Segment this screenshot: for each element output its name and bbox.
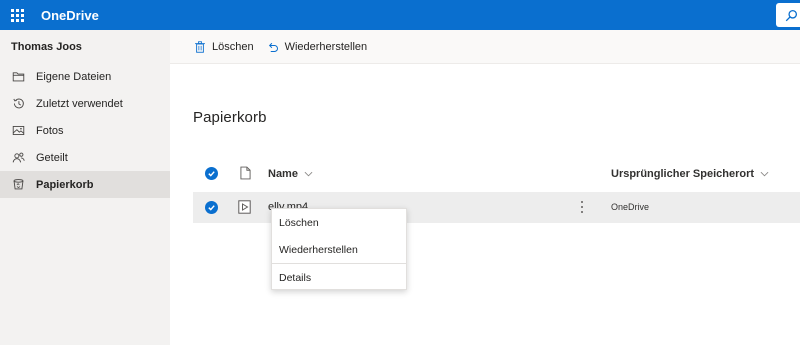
chevron-down-icon: [760, 171, 769, 177]
sidebar-item-papierkorb[interactable]: Papierkorb: [0, 171, 170, 198]
suite-header: OneDrive: [0, 0, 800, 30]
sidebar-item-label: Fotos: [36, 124, 64, 137]
search-icon: [785, 9, 797, 21]
undo-icon: [268, 42, 278, 52]
history-icon: [11, 97, 25, 111]
user-name: Thomas Joos: [11, 41, 82, 53]
restore-label: Wiederherstellen: [284, 40, 368, 53]
file-type-icon: [240, 166, 251, 185]
original-location: OneDrive: [611, 202, 650, 212]
menu-item-restore[interactable]: Wiederherstellen: [272, 236, 406, 263]
sidebar-item-label: Eigene Dateien: [36, 70, 112, 83]
photo-icon: [11, 124, 25, 138]
menu-item-delete[interactable]: Löschen: [272, 209, 406, 236]
trash-icon: [195, 40, 205, 53]
menu-item-details[interactable]: Details: [272, 264, 406, 291]
select-all-checkbox[interactable]: [205, 167, 218, 180]
context-menu: Löschen Wiederherstellen Details: [271, 208, 407, 290]
list-header: Name Ursprünglicher Speicherort: [193, 161, 800, 187]
name-column-label: Name: [268, 168, 298, 180]
location-column-label: Ursprünglicher Speicherort: [611, 168, 755, 180]
sidebar-item-label: Geteilt: [36, 151, 68, 164]
main-content: Papierkorb Name Ursprünglicher Speichero…: [170, 64, 800, 345]
recycle-bin-icon: [11, 178, 25, 192]
delete-label: Löschen: [212, 40, 254, 53]
app-launcher-icon[interactable]: [0, 0, 34, 30]
checkmark-icon: [208, 205, 215, 211]
location-column-header[interactable]: Ursprünglicher Speicherort: [611, 168, 769, 180]
app-title[interactable]: OneDrive: [41, 8, 99, 23]
restore-button[interactable]: Wiederherstellen: [267, 40, 368, 53]
page-title: Papierkorb: [193, 109, 267, 126]
command-bar: Löschen Wiederherstellen: [170, 30, 800, 64]
delete-button[interactable]: Löschen: [194, 41, 254, 53]
sidebar: Thomas Joos Eigene Dateien Zuletzt verwe…: [0, 30, 170, 345]
sidebar-item-fotos[interactable]: Fotos: [0, 117, 170, 144]
sidebar-item-zuletzt-verwendet[interactable]: Zuletzt verwendet: [0, 90, 170, 117]
video-file-icon: [238, 200, 251, 214]
search-button[interactable]: [776, 3, 800, 27]
more-options-icon[interactable]: [580, 200, 584, 214]
sidebar-item-geteilt[interactable]: Geteilt: [0, 144, 170, 171]
row-checkbox[interactable]: [205, 201, 218, 214]
sidebar-item-label: Zuletzt verwendet: [36, 97, 123, 110]
sidebar-item-eigene-dateien[interactable]: Eigene Dateien: [0, 63, 170, 90]
people-icon: [11, 151, 25, 165]
folder-icon: [11, 70, 25, 84]
checkmark-icon: [208, 171, 215, 177]
sidebar-item-label: Papierkorb: [36, 178, 94, 191]
chevron-down-icon: [304, 171, 313, 177]
name-column-header[interactable]: Name: [268, 168, 313, 180]
